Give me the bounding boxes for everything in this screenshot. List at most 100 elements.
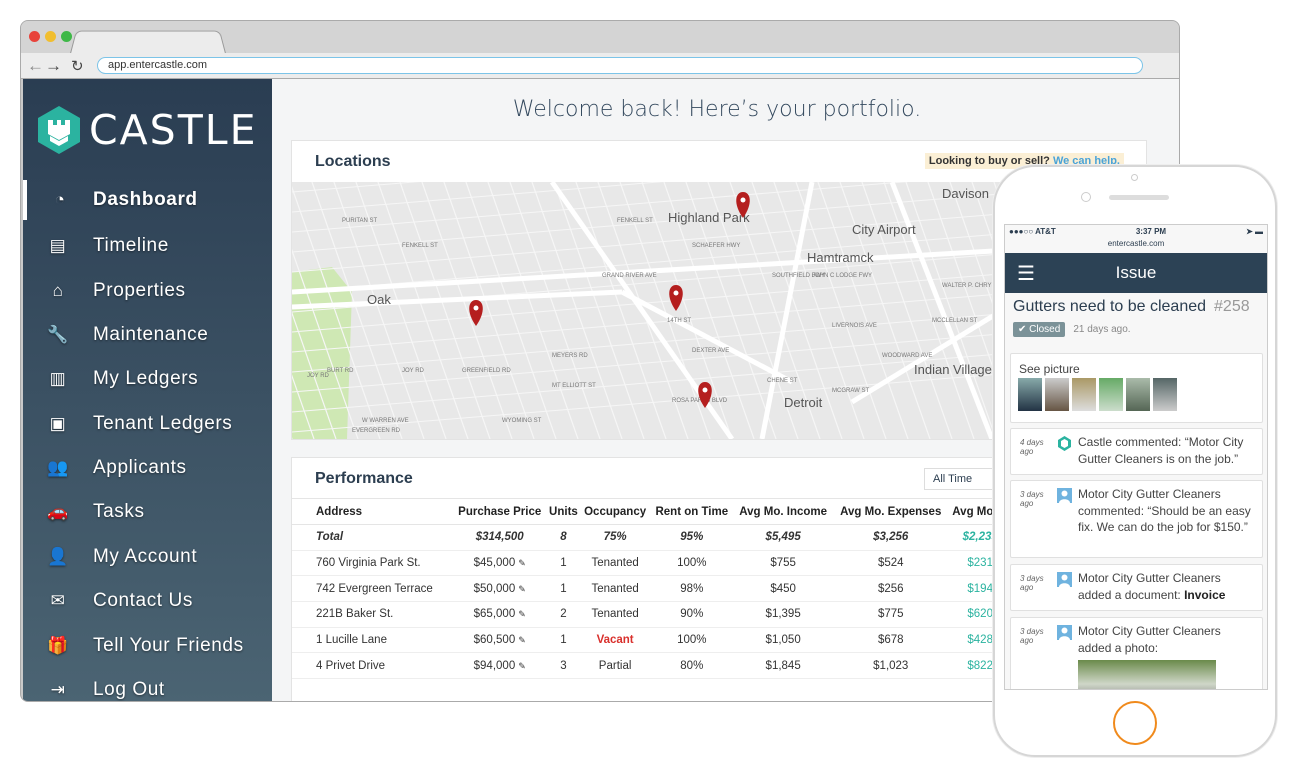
- map-label: MCCLELLAN ST: [932, 318, 978, 324]
- performance-table: Address Purchase Price Units Occupancy Rent …: [292, 498, 1012, 680]
- issue-title-text: Gutters need to be cleaned: [1013, 298, 1207, 315]
- table-row[interactable]: 221B Baker St. $65,000 ✎ 2 Tenanted 90% $1,395…: [292, 601, 1012, 628]
- users-icon: 👥: [47, 458, 69, 477]
- table-cell: Tenanted: [579, 575, 651, 603]
- thumbnail[interactable]: [1126, 378, 1150, 411]
- edit-pencil-icon[interactable]: ✎: [518, 558, 526, 568]
- thumbnail[interactable]: [1045, 378, 1069, 411]
- maximize-window-button[interactable]: [61, 31, 72, 42]
- column-header[interactable]: Rent on Time: [650, 498, 734, 525]
- sidebar-item-label: Dashboard: [93, 189, 198, 210]
- minimize-window-button[interactable]: [45, 31, 56, 42]
- time-range-select[interactable]: All Time: [924, 468, 1004, 490]
- table-row[interactable]: 760 Virginia Park St. $45,000 ✎ 1 Tenanted 10…: [292, 550, 1012, 577]
- edit-pencil-icon[interactable]: ✎: [518, 584, 526, 594]
- browser-tab[interactable]: [69, 30, 227, 55]
- table-cell: 100%: [650, 550, 734, 577]
- dashboard-icon: ◔: [54, 190, 66, 209]
- map-label: LIVERNOIS AVE: [832, 323, 877, 329]
- column-header[interactable]: Avg Mo. Income: [733, 498, 834, 525]
- castle-avatar-icon: [1058, 436, 1071, 451]
- sidebar-item-label: Log Out: [93, 679, 165, 700]
- column-header[interactable]: Occupancy: [579, 498, 651, 525]
- feed-time: 4 days ago: [1020, 438, 1044, 456]
- status-badge: ✔ Closed: [1013, 322, 1066, 337]
- sidebar-item-label: My Ledgers: [93, 368, 199, 389]
- column-header[interactable]: Avg Mo. Expenses: [833, 498, 949, 525]
- thumbnail[interactable]: [1072, 378, 1096, 411]
- map-label: City Airport: [852, 222, 916, 237]
- home-button[interactable]: [1113, 701, 1157, 745]
- edit-pencil-icon[interactable]: ✎: [518, 609, 526, 619]
- user-avatar-icon: [1057, 572, 1072, 587]
- issue-title: Gutters need to be cleaned #258: [1005, 293, 1267, 316]
- photo-preview[interactable]: [1078, 660, 1216, 689]
- sidebar-item-tasks[interactable]: 🚗 Tasks: [23, 492, 272, 532]
- url-input[interactable]: app.entercastle.com: [97, 57, 1143, 74]
- map-label: MCGRAW ST: [832, 388, 869, 394]
- phone-url[interactable]: entercastle.com: [1005, 239, 1267, 253]
- thumbnail[interactable]: [1153, 378, 1177, 411]
- sidebar-item-applicants[interactable]: 👥 Applicants: [23, 448, 272, 488]
- map-label: JOY RD: [402, 368, 425, 374]
- table-cell: $1,395: [733, 601, 834, 628]
- map-label: 14TH ST: [667, 318, 691, 324]
- table-cell: $775: [833, 601, 949, 628]
- map-pin-dot: [740, 197, 746, 203]
- sidebar-item-my-account[interactable]: 👤 My Account: [23, 537, 272, 577]
- feed-item: 4 days ago Castle commented: “Motor City …: [1010, 428, 1263, 475]
- close-window-button[interactable]: [29, 31, 40, 42]
- table-row[interactable]: 4 Privet Drive $94,000 ✎ 3 Partial 80% $1,845 $…: [292, 652, 1012, 680]
- thumbnail[interactable]: [1018, 378, 1042, 411]
- issue-status: ✔ Closed 21 days ago.: [1013, 322, 1259, 337]
- map-pin-dot: [702, 387, 708, 393]
- table-row[interactable]: 1 Lucille Lane $60,500 ✎ 1 Vacant 100% $1,050 $…: [292, 627, 1012, 654]
- sidebar-item-label: Timeline: [93, 235, 169, 256]
- table-cell: Tenanted: [579, 550, 651, 577]
- edit-pencil-icon[interactable]: ✎: [518, 635, 526, 645]
- back-icon[interactable]: ←: [27, 56, 44, 76]
- total-row[interactable]: Total $314,500 8 75% 95% $5,495 $3,256 $2,239: [292, 524, 1012, 551]
- column-header[interactable]: Address: [292, 498, 453, 525]
- map-label: EVERGREEN RD: [352, 428, 401, 434]
- sidebar-item-my-ledgers[interactable]: ▥ My Ledgers: [23, 359, 272, 399]
- edit-pencil-icon[interactable]: ✎: [518, 661, 526, 671]
- hamburger-menu-icon[interactable]: ☰: [1017, 261, 1035, 286]
- map-label: Hamtramck: [807, 250, 874, 265]
- pictures-card: See picture: [1010, 353, 1263, 423]
- table-cell: 221B Baker St.: [292, 601, 453, 628]
- status-bar: ●●●○○ AT&T 3:37 PM ➤ ▬: [1005, 225, 1267, 239]
- table-row[interactable]: 742 Evergreen Terrace $50,000 ✎ 1 Tenanted 98…: [292, 575, 1012, 603]
- closed-ago: 21 days ago.: [1073, 324, 1131, 335]
- table-cell: 98%: [650, 575, 734, 603]
- table-cell: 1: [547, 550, 580, 577]
- sidebar-item-timeline[interactable]: ▤ Timeline: [23, 226, 272, 266]
- thumbnail[interactable]: [1099, 378, 1123, 411]
- home-icon: ⌂: [52, 281, 64, 300]
- reload-icon[interactable]: ↻: [71, 57, 84, 75]
- sidebar-item-log-out[interactable]: ⇥ Log Out: [23, 670, 272, 701]
- map-pin-dot: [673, 290, 679, 296]
- sidebar-item-label: Maintenance: [93, 324, 209, 345]
- sidebar-item-label: Tasks: [93, 501, 145, 522]
- map-label: Oak: [367, 292, 391, 307]
- map-label: ROSA PARKS BLVD: [672, 398, 728, 404]
- feed-text: Motor City Gutter Cleaners commented: “S…: [1078, 487, 1251, 534]
- sidebar-item-contact-us[interactable]: ✉ Contact Us: [23, 581, 272, 621]
- sidebar-item-dashboard[interactable]: ◔ Dashboard: [23, 180, 272, 220]
- sidebar-item-maintenance[interactable]: 🔧 Maintenance: [23, 315, 272, 355]
- invoice-link[interactable]: Invoice: [1184, 588, 1225, 602]
- sidebar-item-label: My Account: [93, 546, 198, 567]
- sidebar-item-properties[interactable]: ⌂ Properties: [23, 271, 272, 311]
- column-header[interactable]: Units: [547, 498, 580, 525]
- castle-logo[interactable]: CASTLE: [37, 105, 258, 155]
- table-cell: 2: [547, 601, 580, 628]
- map-label: Highland Park: [668, 210, 750, 225]
- table-cell: 95%: [650, 524, 734, 551]
- sidebar-item-tenant-ledgers[interactable]: ▣ Tenant Ledgers: [23, 404, 272, 444]
- column-header[interactable]: Purchase Price: [452, 498, 548, 525]
- table-cell: 75%: [579, 524, 651, 551]
- forward-icon[interactable]: →: [45, 56, 62, 76]
- map-label: FENKELL ST: [617, 218, 653, 224]
- sidebar-item-tell-your-friends[interactable]: 🎁 Tell Your Friends: [23, 626, 272, 666]
